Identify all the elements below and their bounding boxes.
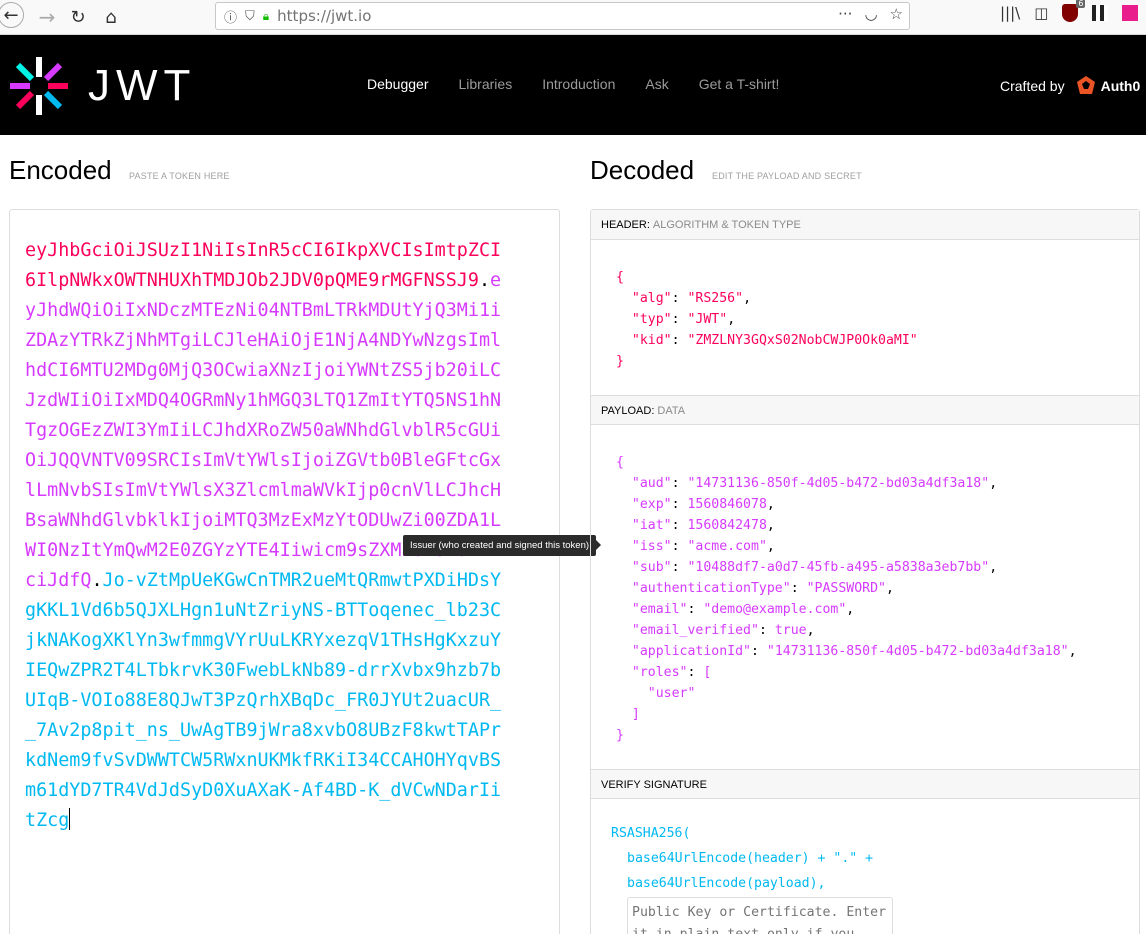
- nav-introduction[interactable]: Introduction: [542, 76, 615, 92]
- json-value[interactable]: true: [775, 623, 807, 638]
- encoded-subtitle: PASTE A TOKEN HERE: [129, 171, 230, 181]
- text-caret: [69, 808, 71, 830]
- payload-label: PAYLOAD:: [601, 405, 655, 417]
- json-value[interactable]: "RS256": [687, 291, 743, 306]
- main-nav: Debugger Libraries Introduction Ask Get …: [352, 76, 794, 92]
- json-key[interactable]: "exp": [632, 497, 672, 512]
- pocket-icon[interactable]: ◡: [864, 5, 877, 23]
- nav-ask[interactable]: Ask: [645, 76, 668, 92]
- json-key[interactable]: "iat": [632, 518, 672, 533]
- extension-grid-icon[interactable]: [1092, 5, 1109, 21]
- json-key[interactable]: "alg": [632, 291, 672, 306]
- encoded-title: Encoded: [9, 155, 112, 185]
- json-value[interactable]: 1560846078: [687, 497, 766, 512]
- auth0-label: Auth0: [1100, 78, 1141, 94]
- decoded-subtitle: EDIT THE PAYLOAD AND SECRET: [712, 171, 862, 181]
- payload-sublabel: DATA: [657, 405, 686, 417]
- verify-section-label: VERIFY SIGNATURE: [591, 769, 1139, 799]
- json-value[interactable]: "ZMZLNY3GQxS02NobCWJP0Ok0aMI": [687, 333, 917, 348]
- json-value[interactable]: "14731136-850f-4d05-b472-bd03a4df3a18": [767, 644, 1069, 659]
- crafted-by-label: Crafted by: [1000, 78, 1065, 94]
- library-icon[interactable]: |||\: [1000, 4, 1020, 22]
- jwt-logo-icon[interactable]: [8, 55, 70, 117]
- ublock-icon[interactable]: 6: [1062, 0, 1086, 22]
- bookmark-star-icon[interactable]: ☆: [890, 5, 903, 23]
- json-key[interactable]: "typ": [632, 312, 672, 327]
- payload-json-editor[interactable]: { "aud": "14731136-850f-4d05-b472-bd03a4…: [616, 452, 1077, 746]
- json-value[interactable]: "acme.com": [687, 539, 766, 554]
- nav-tshirt[interactable]: Get a T-shirt!: [699, 76, 780, 92]
- claim-tooltip: Issuer (who created and signed this toke…: [403, 535, 602, 556]
- public-key-input[interactable]: [627, 897, 893, 934]
- browser-toolbar: ← → ↻ ⌂ ⓘ ⛉ 🔒︎ https://jwt.io ··· ◡ ☆ ||…: [0, 0, 1146, 35]
- json-value[interactable]: 1560842478: [687, 518, 766, 533]
- header-label: HEADER:: [601, 219, 650, 231]
- header-section-label: HEADER: ALGORITHM & TOKEN TYPE: [591, 210, 1139, 240]
- token-signature-part[interactable]: Jo-vZtMpUeKGwCnTMR2ueMtQRmwtPXDiHDsYgKKL…: [25, 570, 501, 831]
- extension-badge: 6: [1076, 0, 1086, 8]
- auth0-logo-icon: [1076, 76, 1095, 94]
- reload-icon[interactable]: ↻: [64, 3, 92, 31]
- sig-line-payload: base64UrlEncode(payload),: [627, 876, 826, 891]
- site-header: JWT Debugger Libraries Introduction Ask …: [0, 35, 1146, 135]
- json-key[interactable]: "aud": [632, 476, 672, 491]
- header-sublabel: ALGORITHM & TOKEN TYPE: [652, 219, 801, 231]
- sig-line-header: base64UrlEncode(header) + "." +: [627, 851, 874, 866]
- json-value[interactable]: "demo@example.com": [703, 602, 846, 617]
- decoded-title: Decoded: [590, 155, 695, 185]
- logo-text[interactable]: JWT: [88, 61, 196, 111]
- page-actions-icon[interactable]: ···: [838, 5, 852, 23]
- lock-icon[interactable]: 🔒︎: [263, 9, 269, 24]
- home-icon[interactable]: ⌂: [97, 3, 125, 31]
- json-key[interactable]: "email_verified": [632, 623, 759, 638]
- json-key[interactable]: "roles": [632, 665, 688, 680]
- sig-function: RSASHA256(: [611, 826, 691, 841]
- json-key[interactable]: "sub": [632, 560, 672, 575]
- json-key[interactable]: "iss": [632, 539, 672, 554]
- header-json-editor[interactable]: { "alg": "RS256", "typ": "JWT", "kid": "…: [616, 267, 918, 372]
- info-icon[interactable]: ⓘ: [224, 7, 237, 26]
- url-bar[interactable]: ⓘ ⛉ 🔒︎ https://jwt.io ··· ◡ ☆: [215, 2, 910, 30]
- json-value[interactable]: "PASSWORD": [807, 581, 886, 596]
- extension-icon[interactable]: [1122, 5, 1139, 21]
- nav-libraries[interactable]: Libraries: [459, 76, 513, 92]
- payload-section-label: PAYLOAD: DATA: [591, 395, 1139, 425]
- url-text[interactable]: https://jwt.io: [277, 7, 371, 25]
- json-value[interactable]: "10488df7-a0d7-45fb-a495-a5838a3eb7bb": [687, 560, 989, 575]
- decoded-panel: HEADER: ALGORITHM & TOKEN TYPE { "alg": "…: [590, 209, 1140, 934]
- verify-label: VERIFY SIGNATURE: [601, 779, 707, 791]
- json-value[interactable]: "14731136-850f-4d05-b472-bd03a4df3a18": [687, 476, 989, 491]
- forward-arrow-icon[interactable]: →: [33, 3, 61, 31]
- json-key[interactable]: "email": [632, 602, 688, 617]
- json-key[interactable]: "authenticationType": [632, 581, 791, 596]
- nav-debugger[interactable]: Debugger: [367, 76, 429, 92]
- token-header-part[interactable]: eyJhbGciOiJSUzI1NiIsInR5cCI6IkpXVCIsImtp…: [25, 240, 501, 291]
- json-key[interactable]: "applicationId": [632, 644, 751, 659]
- back-arrow-icon[interactable]: ←: [0, 2, 24, 28]
- json-value[interactable]: "user": [648, 686, 696, 701]
- sidebar-icon[interactable]: ◫: [1034, 4, 1048, 22]
- crafted-by[interactable]: Crafted by Auth0: [1000, 75, 1140, 97]
- shield-icon[interactable]: ⛉: [245, 9, 255, 24]
- json-key[interactable]: "kid": [632, 333, 672, 348]
- json-value[interactable]: "JWT": [687, 312, 727, 327]
